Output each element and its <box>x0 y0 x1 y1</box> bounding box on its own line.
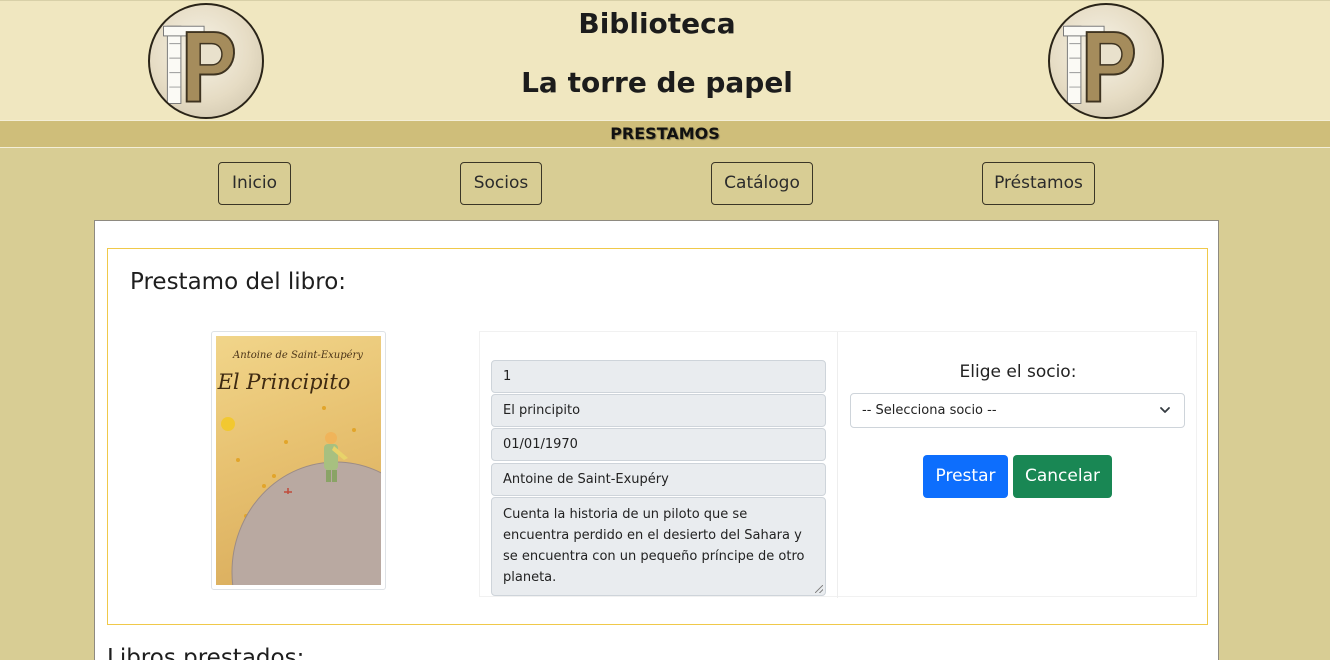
book-date-field[interactable]: 01/01/1970 <box>491 428 826 461</box>
main-card: Prestamo del libro: Antoine de Saint-Exu… <box>94 220 1219 660</box>
cancelar-button[interactable]: Cancelar <box>1013 455 1112 498</box>
library-logo-icon <box>1048 3 1164 119</box>
cover-author-text: Antoine de Saint-Exupéry <box>232 350 363 361</box>
nav-socios-button[interactable]: Socios <box>460 162 542 205</box>
book-id-field[interactable]: 1 <box>491 360 826 393</box>
synopsis-text: Cuenta la historia de un piloto que se e… <box>503 507 805 585</box>
socio-label: Elige el socio: <box>959 362 1077 382</box>
loan-form: 1 El principito 01/01/1970 Antoine de Sa… <box>479 331 1197 598</box>
book-title-field[interactable]: El principito <box>491 394 826 427</box>
site-header: Biblioteca La torre de papel <box>0 0 1330 120</box>
nav-inicio-button[interactable]: Inicio <box>218 162 291 205</box>
resize-grip-icon[interactable] <box>815 585 823 593</box>
loan-panel-title: Prestamo del libro: <box>130 269 347 295</box>
nav-catalogo-button[interactable]: Catálogo <box>711 162 813 205</box>
section-title-bar: PRESTAMOS <box>0 120 1330 148</box>
lent-books-title: Libros prestados: <box>107 645 305 660</box>
prestar-button[interactable]: Prestar <box>923 455 1008 498</box>
book-cover-image: Antoine de Saint-Exupéry El Principito <box>216 336 381 585</box>
loan-panel: Prestamo del libro: Antoine de Saint-Exu… <box>107 248 1208 625</box>
book-synopsis-textarea[interactable]: Cuenta la historia de un piloto que se e… <box>491 497 826 596</box>
socio-select[interactable]: -- Selecciona socio -- <box>850 393 1185 428</box>
chevron-down-icon <box>1160 407 1170 413</box>
book-cover-thumbnail: Antoine de Saint-Exupéry El Principito <box>211 331 386 590</box>
cover-title-text: El Principito <box>217 370 351 394</box>
socio-select-value: -- Selecciona socio -- <box>862 403 997 418</box>
nav-prestamos-button[interactable]: Préstamos <box>982 162 1095 205</box>
book-author-field[interactable]: Antoine de Saint-Exupéry <box>491 463 826 496</box>
